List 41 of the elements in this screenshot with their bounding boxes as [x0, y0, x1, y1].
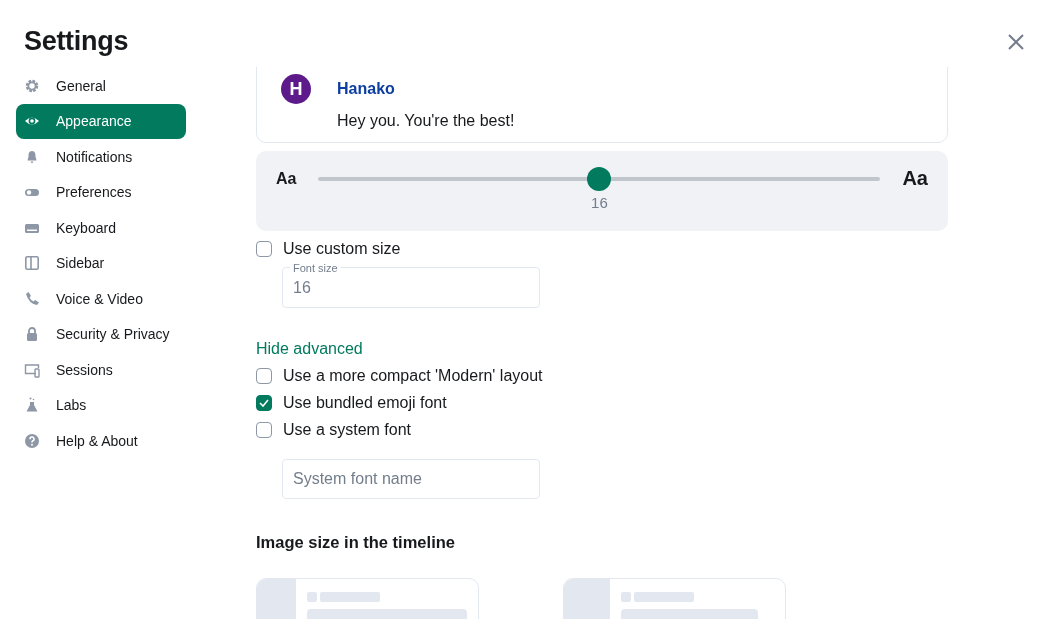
sidebar-item[interactable]: Appearance: [16, 103, 186, 139]
sidebar-item[interactable]: Labs: [16, 387, 186, 423]
checkbox-label: Use a more compact 'Modern' layout: [283, 367, 543, 385]
checkbox-label: Use custom size: [283, 240, 401, 258]
avatar: H: [281, 74, 311, 104]
checkmark-icon: [259, 399, 269, 407]
checkbox[interactable]: [256, 395, 272, 411]
sender-name: Hanako: [337, 80, 396, 98]
sidebar-item[interactable]: Sidebar: [16, 245, 186, 281]
checkbox-label: Use a system font: [283, 421, 412, 439]
slider-value: 16: [591, 194, 608, 211]
large-font-label: Aa: [902, 167, 928, 190]
checkbox[interactable]: [256, 422, 272, 438]
system-font-field[interactable]: System font name: [282, 459, 540, 499]
sidebar-item[interactable]: Voice & Video: [16, 281, 186, 317]
sidebar-item[interactable]: Preferences: [16, 174, 186, 210]
devices-icon: [24, 361, 40, 378]
section-heading: Image size in the timeline: [256, 533, 456, 552]
sidebar-item[interactable]: Sessions: [16, 352, 186, 388]
flask-icon: [24, 397, 40, 414]
gear-icon: [24, 77, 40, 94]
sidebar-item[interactable]: Help & About: [16, 423, 186, 459]
help-icon: [24, 432, 40, 449]
close-icon[interactable]: [1006, 31, 1026, 52]
sidebar-item[interactable]: Security & Privacy: [16, 316, 186, 352]
field-label: Font size: [290, 262, 341, 274]
checkbox-label: Use bundled emoji font: [283, 394, 447, 412]
sidebar-icon: [24, 255, 40, 272]
sidebar-item[interactable]: Keyboard: [16, 210, 186, 246]
small-font-label: Aa: [276, 169, 297, 188]
hide-advanced-link[interactable]: Hide advanced: [256, 340, 363, 358]
slider-thumb[interactable]: [587, 166, 612, 191]
phone-icon: [24, 290, 40, 307]
field-value: 16: [293, 279, 311, 297]
checkbox[interactable]: [256, 368, 272, 384]
checkbox[interactable]: [256, 241, 272, 257]
message-text: Hey you. You're the best!: [337, 112, 516, 130]
sidebar-item[interactable]: Notifications: [16, 139, 186, 175]
sidebar-item[interactable]: General: [16, 68, 186, 104]
lock-icon: [24, 326, 40, 343]
window-title: Settings: [24, 26, 129, 57]
